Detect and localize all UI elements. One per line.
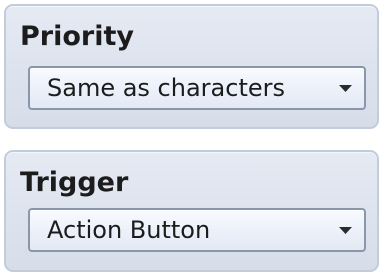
priority-selected-value: Same as characters xyxy=(47,74,285,102)
priority-group: Priority Same as characters xyxy=(4,4,379,129)
priority-label: Priority xyxy=(20,21,134,52)
trigger-selected-value: Action Button xyxy=(47,216,211,244)
chevron-down-icon xyxy=(339,85,352,92)
trigger-label: Trigger xyxy=(20,167,129,198)
trigger-dropdown[interactable]: Action Button xyxy=(28,208,366,252)
trigger-group: Trigger Action Button xyxy=(4,150,379,272)
priority-dropdown[interactable]: Same as characters xyxy=(28,66,366,110)
chevron-down-icon xyxy=(339,227,352,234)
